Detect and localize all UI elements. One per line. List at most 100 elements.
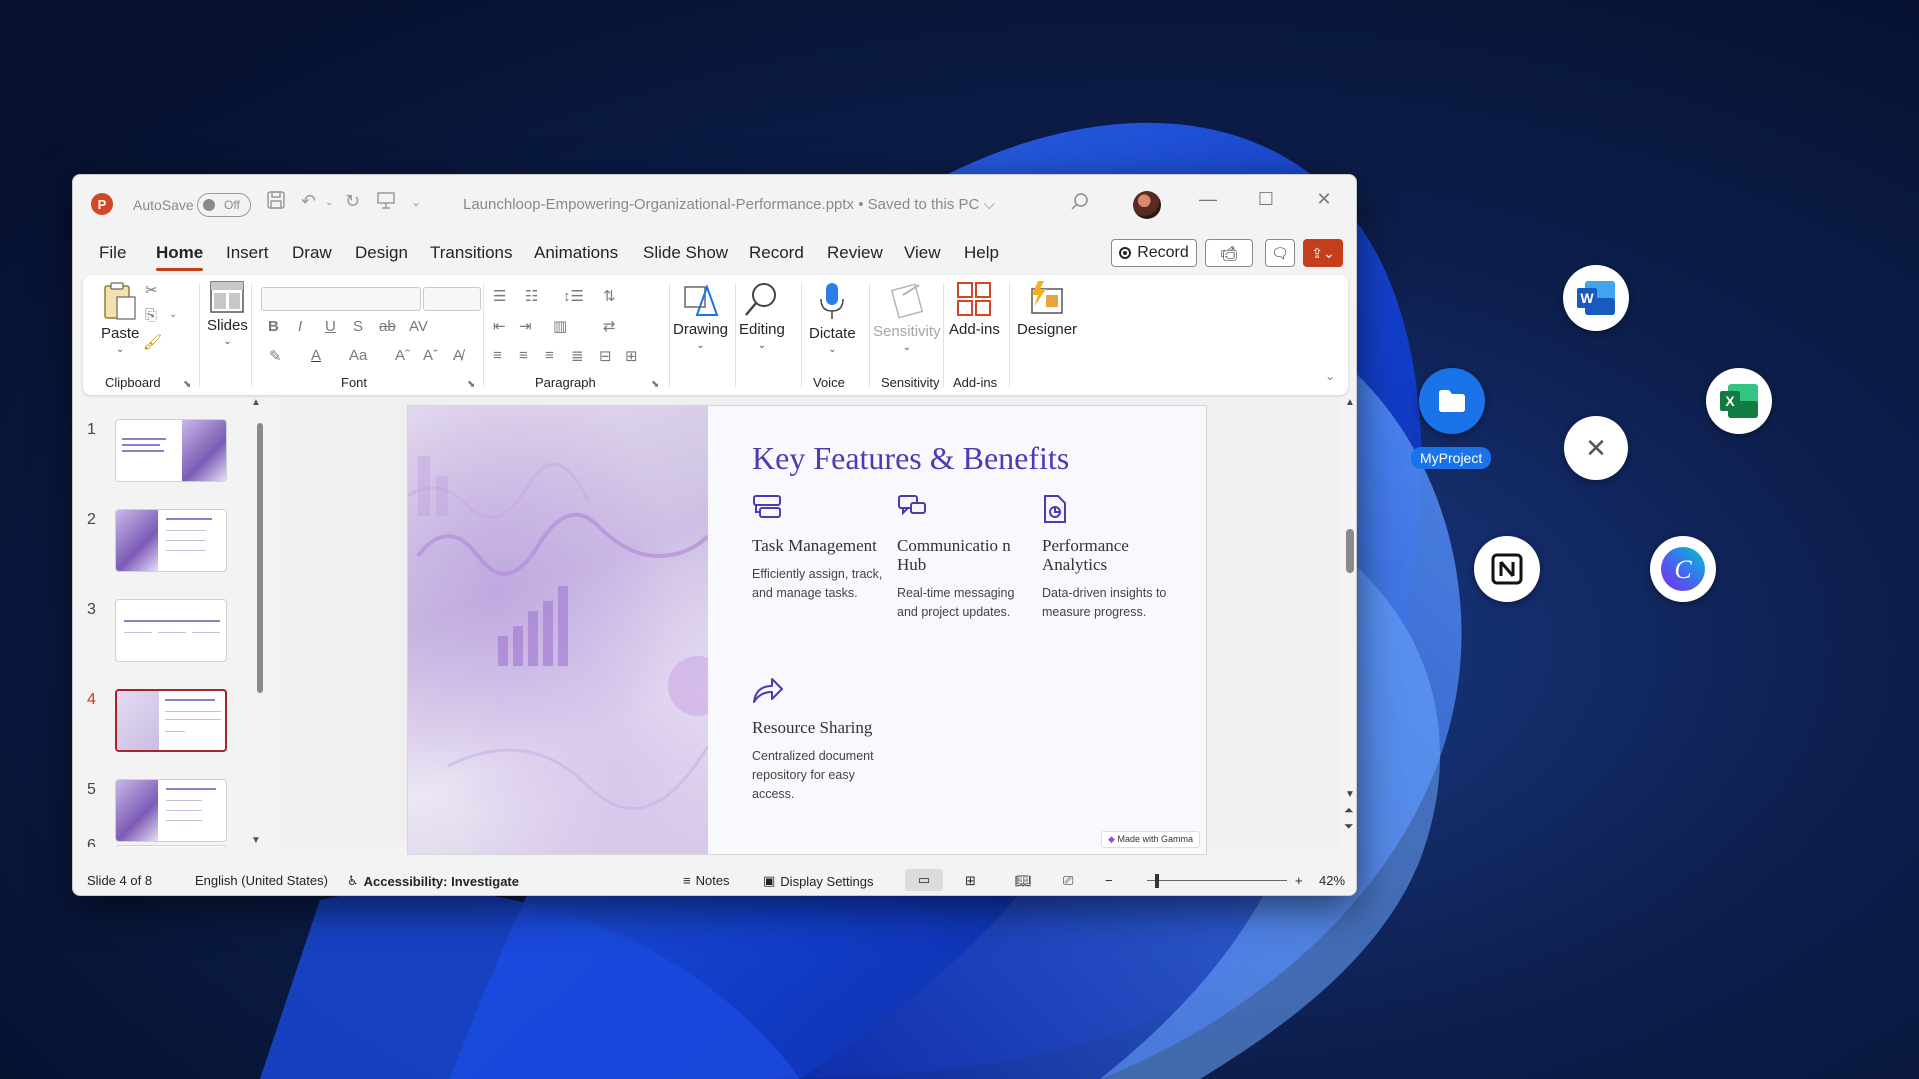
close-window-icon[interactable]: ✕	[1309, 189, 1339, 210]
zoom-out-icon[interactable]: −	[1105, 873, 1113, 888]
clipboard-launcher-icon[interactable]: ⬊	[183, 379, 191, 390]
scroll-down-icon[interactable]: ▼	[251, 835, 261, 846]
text-direction-icon[interactable]: ⇄	[603, 317, 616, 335]
tab-view[interactable]: View	[904, 243, 941, 263]
slides-button[interactable]: Slides ⌄	[207, 281, 248, 347]
sensitivity-button[interactable]: Sensitivity ⌄	[873, 281, 941, 353]
dictate-dropdown-icon[interactable]: ⌄	[828, 344, 836, 355]
zoom-level[interactable]: 42%	[1319, 873, 1345, 888]
justify-icon[interactable]: ≣	[571, 347, 584, 365]
drawing-dropdown-icon[interactable]: ⌄	[696, 340, 704, 351]
slide-sorter-button[interactable]: ⊞	[965, 873, 976, 889]
numbering-icon[interactable]: ☷	[525, 287, 538, 305]
document-title[interactable]: Launchloop-Empowering-Organizational-Per…	[463, 196, 995, 213]
increase-indent-icon[interactable]: ⇥	[519, 317, 532, 335]
zoom-slider[interactable]	[1147, 880, 1287, 881]
slide-thumbnail-3[interactable]	[115, 599, 227, 662]
slide-thumbnail-2[interactable]	[115, 509, 227, 572]
font-size-combo[interactable]	[423, 287, 481, 311]
paste-dropdown-icon[interactable]: ⌄	[116, 344, 124, 355]
highlight-icon[interactable]: ✎	[269, 347, 282, 365]
bullets-icon[interactable]: ☰	[493, 287, 506, 305]
tab-design[interactable]: Design	[355, 243, 408, 263]
paste-button[interactable]: Paste ⌄	[101, 281, 139, 355]
share-button[interactable]: ⇪⌄	[1303, 239, 1343, 267]
display-settings-button[interactable]: ▣ Display Settings	[763, 873, 874, 889]
tab-home[interactable]: Home	[156, 243, 204, 271]
slides-dropdown-icon[interactable]: ⌄	[223, 336, 231, 347]
present-icon[interactable]	[377, 191, 395, 209]
canvas-scrollbar[interactable]: ▲ ▼ ⏶ ⏷	[1343, 397, 1356, 847]
maximize-icon[interactable]: ☐	[1251, 189, 1281, 210]
collapse-ribbon-icon[interactable]: ⌄	[1325, 369, 1335, 383]
canvas-scroll-thumb[interactable]	[1346, 529, 1354, 573]
tab-review[interactable]: Review	[827, 243, 883, 263]
normal-view-button[interactable]: ▭	[905, 869, 943, 891]
columns-icon[interactable]: ▥	[553, 317, 567, 335]
zoom-slider-thumb[interactable]	[1155, 874, 1159, 888]
canva-app-button[interactable]: C	[1650, 536, 1716, 602]
text-shadow-icon[interactable]: S	[353, 318, 363, 335]
tab-record[interactable]: Record	[749, 243, 804, 263]
underline-icon[interactable]: U	[325, 318, 336, 335]
tab-slide-show[interactable]: Slide Show	[643, 243, 728, 263]
slide-thumbnail-4[interactable]	[115, 689, 227, 752]
comments-button[interactable]: 🗨︎	[1265, 239, 1295, 267]
slide-thumbnail-5[interactable]	[115, 779, 227, 842]
tab-insert[interactable]: Insert	[226, 243, 269, 263]
customize-toolbar-icon[interactable]: ⌄	[411, 195, 421, 209]
tab-file[interactable]: File	[99, 243, 126, 263]
tab-transitions[interactable]: Transitions	[430, 243, 513, 263]
shrink-font-icon[interactable]: Aˇ	[423, 347, 438, 364]
tab-help[interactable]: Help	[964, 243, 999, 263]
save-icon[interactable]	[267, 191, 285, 209]
dictate-button[interactable]: Dictate ⌄	[809, 281, 856, 355]
format-painter-icon[interactable]: 🖌︎	[143, 333, 162, 351]
editing-button[interactable]: Editing ⌄	[739, 281, 785, 351]
tab-draw[interactable]: Draw	[292, 243, 332, 263]
record-button[interactable]: Record	[1111, 239, 1197, 267]
scroll-up-icon[interactable]: ▲	[251, 397, 261, 408]
font-color-icon[interactable]: A	[311, 347, 321, 364]
align-left-icon[interactable]: ≡	[493, 347, 502, 364]
language-indicator[interactable]: English (United States)	[195, 873, 328, 888]
copy-dropdown-icon[interactable]: ⌄	[169, 309, 177, 320]
bold-icon[interactable]: B	[268, 318, 279, 335]
reading-view-button[interactable]: 📖︎	[1015, 873, 1032, 889]
canvas-scroll-down-icon[interactable]: ▼	[1345, 789, 1355, 800]
grow-font-icon[interactable]: Aˆ	[395, 347, 410, 364]
notes-button[interactable]: ≡ Notes	[683, 873, 730, 888]
notion-app-button[interactable]	[1474, 536, 1540, 602]
undo-dropdown-icon[interactable]: ⌄	[325, 197, 333, 208]
drawing-button[interactable]: Drawing ⌄	[673, 281, 728, 351]
sensitivity-dropdown-icon[interactable]: ⌄	[903, 342, 911, 353]
made-with-gamma-badge[interactable]: ◆ Made with Gamma	[1101, 831, 1200, 848]
feature-task-management[interactable]: Task Management Efficiently assign, trac…	[752, 494, 892, 603]
close-launcher-button[interactable]: ✕	[1564, 416, 1628, 480]
excel-app-button[interactable]: X	[1706, 368, 1772, 434]
minimize-icon[interactable]: —	[1193, 189, 1223, 210]
slide-thumbnail-6[interactable]	[115, 845, 227, 847]
change-case-icon[interactable]: Aa	[349, 347, 367, 364]
slide-thumbnail-1[interactable]	[115, 419, 227, 482]
feature-resource-sharing[interactable]: Resource Sharing Centralized document re…	[752, 676, 892, 804]
cut-icon[interactable]: ✂	[145, 281, 158, 299]
copy-icon[interactable]: ⎘	[145, 307, 157, 324]
thumbnail-scroll-thumb[interactable]	[257, 423, 263, 693]
canvas-scroll-up-icon[interactable]: ▲	[1345, 397, 1355, 408]
sort-icon[interactable]: ⇅	[603, 287, 616, 305]
addins-button[interactable]: Add-ins	[949, 281, 1000, 338]
font-name-combo[interactable]	[261, 287, 421, 311]
teams-present-button[interactable]: 📹︎	[1205, 239, 1253, 267]
feature-performance-analytics[interactable]: Performance Analytics Data-driven insigh…	[1042, 494, 1182, 622]
feature-communication-hub[interactable]: Communicatio n Hub Real-time messaging a…	[897, 494, 1037, 622]
previous-slide-icon[interactable]: ⏶	[1344, 803, 1354, 818]
myproject-folder-button[interactable]	[1419, 368, 1485, 434]
slide-title[interactable]: Key Features & Benefits	[752, 440, 1069, 477]
paragraph-launcher-icon[interactable]: ⬊	[651, 379, 659, 390]
character-spacing-icon[interactable]: AV	[409, 318, 428, 335]
zoom-in-icon[interactable]: +	[1295, 873, 1303, 888]
autosave-toggle[interactable]: Off	[197, 193, 251, 217]
align-text-icon[interactable]: ⊟	[599, 347, 612, 365]
line-spacing-icon[interactable]: ↕☰	[563, 287, 584, 305]
